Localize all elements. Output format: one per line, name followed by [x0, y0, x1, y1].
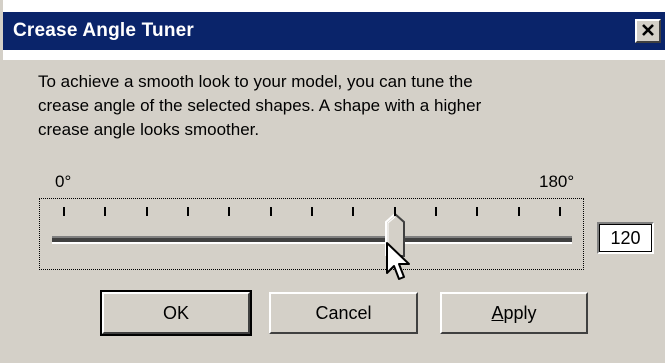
slider-tick: [476, 207, 479, 216]
slider-tick: [311, 207, 313, 216]
mouse-pointer-icon: [385, 241, 413, 287]
crease-angle-dialog: Crease Angle Tuner To achieve a smooth l…: [0, 0, 665, 363]
close-icon: [641, 21, 655, 42]
description-line: crease angle of the selected shapes. A s…: [38, 96, 482, 115]
slider-tick: [517, 207, 520, 216]
slider-tick: [104, 207, 107, 216]
apply-label-rest: pply: [503, 302, 537, 323]
close-button[interactable]: [635, 19, 661, 43]
apply-button-label: Apply: [491, 303, 536, 324]
cancel-button[interactable]: Cancel: [269, 292, 418, 334]
ok-button-label: OK: [162, 302, 189, 323]
description-line: To achieve a smooth look to your model, …: [38, 72, 473, 91]
slider-tick: [187, 207, 189, 216]
slider-tick: [228, 207, 231, 216]
cancel-button-label: Cancel: [315, 302, 372, 323]
slider-tick: [145, 207, 148, 216]
scale-min-label: 0°: [55, 172, 72, 191]
slider-tick: [393, 207, 396, 216]
slider-track[interactable]: [52, 236, 572, 244]
slider-tick: [63, 207, 65, 216]
apply-accelerator: A: [491, 302, 504, 323]
window-title: Crease Angle Tuner: [13, 20, 194, 41]
crease-angle-slider[interactable]: [39, 198, 584, 270]
slider-tick: [559, 207, 561, 216]
apply-button[interactable]: Apply: [440, 292, 588, 334]
slider-tick: [269, 207, 272, 216]
angle-value-field[interactable]: 120: [597, 222, 654, 254]
description-text: To achieve a smooth look to your model, …: [38, 70, 638, 142]
scale-max-label: 180°: [539, 172, 575, 191]
slider-tick: [435, 207, 437, 216]
title-bar: Crease Angle Tuner: [3, 0, 665, 60]
slider-tick: [352, 207, 355, 216]
ok-button[interactable]: OK: [100, 290, 252, 336]
description-line: crease angle looks smoother.: [38, 120, 260, 139]
